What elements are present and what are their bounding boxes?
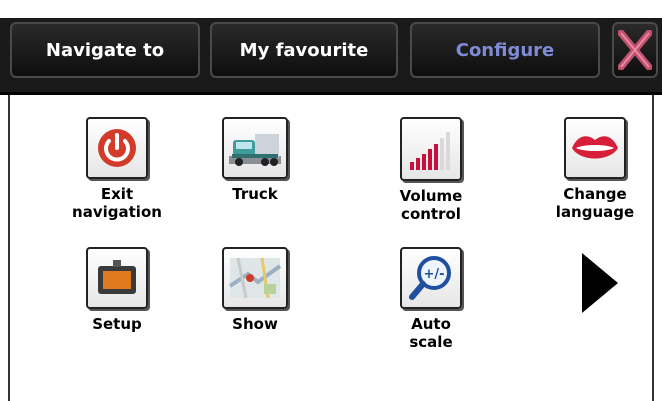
menu-item-label: Show (232, 315, 278, 333)
menu-item-change-language[interactable]: Change language (530, 117, 660, 221)
truck-icon (222, 117, 288, 179)
next-page-button[interactable] (575, 247, 623, 319)
menu-grid: Exit navigation Truck Volume control Cha… (8, 95, 654, 401)
volume-bars-icon (400, 117, 462, 181)
menu-item-exit-navigation[interactable]: Exit navigation (52, 117, 182, 221)
lips-icon (564, 117, 626, 179)
close-button[interactable] (612, 22, 658, 78)
play-arrow-icon (582, 253, 618, 313)
menu-item-volume-control[interactable]: Volume control (366, 117, 496, 223)
power-icon (86, 117, 148, 179)
tab-my-favourite[interactable]: My favourite (210, 22, 398, 78)
tab-navigate-to[interactable]: Navigate to (10, 22, 200, 78)
gps-device-icon (86, 247, 148, 309)
menu-item-label: Setup (92, 315, 142, 333)
menu-item-label: Truck (232, 185, 278, 203)
close-x-icon (618, 30, 652, 70)
map-icon (222, 247, 288, 309)
tab-configure[interactable]: Configure (410, 22, 600, 78)
menu-item-label: Change language (555, 185, 635, 221)
menu-item-truck[interactable]: Truck (190, 117, 320, 203)
menu-item-label: Auto scale (409, 315, 453, 351)
top-tab-bar: Navigate to My favourite Configure (0, 0, 662, 95)
magnifier-zoom-icon: +/- (400, 247, 462, 309)
menu-item-label: Volume control (399, 187, 463, 223)
menu-item-label: Exit navigation (72, 185, 162, 221)
menu-item-auto-scale[interactable]: +/- Auto scale (366, 247, 496, 351)
config-screen: Navigate to My favourite Configure Exit … (0, 0, 662, 401)
menu-item-show[interactable]: Show (190, 247, 320, 333)
svg-text:+/-: +/- (423, 267, 444, 282)
menu-item-setup[interactable]: Setup (52, 247, 182, 333)
